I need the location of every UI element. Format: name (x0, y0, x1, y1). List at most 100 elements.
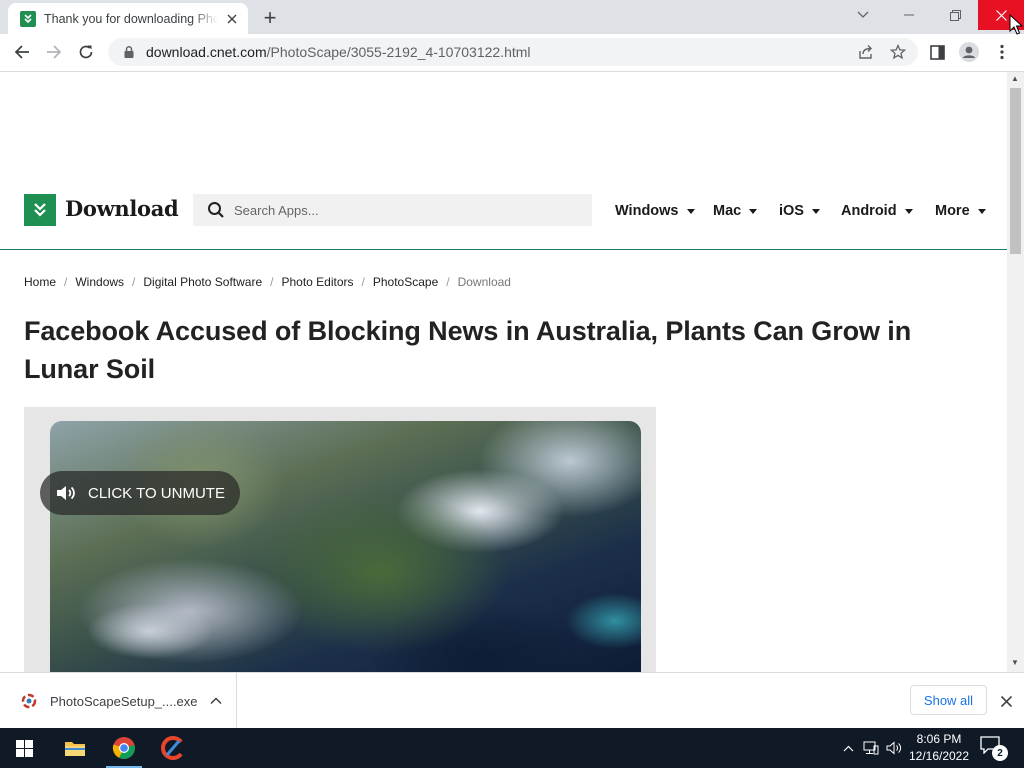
breadcrumb-digital-photo-software[interactable]: Digital Photo Software (143, 275, 262, 289)
ccleaner-taskbar-button[interactable] (149, 728, 197, 768)
bookmark-star-button[interactable] (883, 37, 913, 67)
volume-icon[interactable] (884, 738, 904, 758)
search-box[interactable] (193, 194, 592, 226)
windows-logo-icon (15, 739, 33, 757)
share-icon (859, 45, 872, 59)
breadcrumb-separator: / (132, 275, 136, 289)
browser-tab[interactable]: Thank you for downloading PhotoScape (8, 3, 248, 34)
profile-avatar-icon (959, 42, 979, 62)
chevron-down-icon (857, 11, 869, 18)
breadcrumb-current: Download (457, 275, 511, 289)
chrome-icon (112, 737, 135, 759)
breadcrumb-separator: / (361, 275, 365, 289)
lock-icon[interactable] (122, 45, 136, 59)
nav-mac[interactable]: Mac (713, 203, 758, 219)
nav-android[interactable]: Android (841, 203, 913, 219)
reload-button[interactable] (71, 37, 101, 67)
url-host: download.cnet.com (146, 44, 267, 60)
star-icon (890, 44, 906, 60)
chrome-taskbar-button[interactable] (100, 728, 148, 768)
page-viewport: Download Windows Mac iOS Android More Ho… (0, 72, 1007, 672)
side-panel-icon (929, 44, 945, 60)
restore-button[interactable] (932, 0, 978, 30)
show-all-button[interactable]: Show all (910, 685, 987, 715)
network-icon[interactable] (861, 738, 881, 758)
browser-toolbar: download.cnet.com/PhotoScape/3055-2192_4… (0, 34, 1024, 72)
breadcrumb-separator: / (270, 275, 274, 289)
breadcrumb: Home / Windows / Digital Photo Software … (24, 275, 511, 289)
back-button[interactable] (7, 37, 37, 67)
search-icon (208, 202, 224, 218)
article-headline[interactable]: Facebook Accused of Blocking News in Aus… (24, 312, 964, 388)
caret-down-icon (904, 208, 913, 214)
tab-close-icon[interactable] (224, 11, 240, 27)
minimize-button[interactable] (886, 0, 932, 30)
nav-label: iOS (779, 203, 804, 219)
arrow-right-icon (47, 45, 62, 59)
taskbar-clock[interactable]: 8:06 PM 12/16/2022 (906, 731, 972, 765)
breadcrumb-windows[interactable]: Windows (75, 275, 124, 289)
share-button[interactable] (851, 37, 881, 67)
download-item[interactable]: PhotoScapeSetup_....exe (12, 673, 237, 729)
side-panel-button[interactable] (922, 37, 952, 67)
nav-label: Windows (615, 203, 679, 219)
caret-down-icon (686, 208, 695, 214)
photoscape-file-icon (21, 693, 37, 709)
caret-down-icon (977, 208, 986, 214)
kebab-menu-icon (1000, 44, 1004, 60)
ccleaner-icon (161, 736, 183, 760)
tray-chevron-up-icon[interactable] (838, 738, 858, 758)
url-path: /PhotoScape/3055-2192_4-10703122.html (266, 44, 531, 60)
video-player[interactable] (24, 407, 656, 672)
notification-count-badge: 2 (992, 745, 1008, 761)
download-favicon-icon (20, 10, 36, 27)
speaker-icon (57, 486, 75, 500)
nav-windows[interactable]: Windows (615, 203, 695, 219)
nav-label: Android (841, 203, 897, 219)
download-logo-icon[interactable] (24, 194, 56, 226)
windows-taskbar: 8:06 PM 12/16/2022 2 (0, 728, 1024, 768)
breadcrumb-photoscape[interactable]: PhotoScape (373, 275, 438, 289)
caret-down-icon (811, 208, 820, 214)
url-text: download.cnet.com/PhotoScape/3055-2192_4… (146, 44, 531, 60)
nav-ios[interactable]: iOS (779, 203, 820, 219)
breadcrumb-home[interactable]: Home (24, 275, 56, 289)
site-logo-text[interactable]: Download (65, 196, 179, 221)
unmute-button[interactable]: CLICK TO UNMUTE (40, 471, 240, 515)
clock-time: 8:06 PM (916, 732, 962, 746)
breadcrumb-photo-editors[interactable]: Photo Editors (281, 275, 353, 289)
new-tab-button[interactable]: + (258, 6, 282, 30)
video-frame-earth[interactable] (50, 421, 641, 672)
nav-label: More (935, 203, 970, 219)
scroll-up-arrow-icon[interactable]: ▲ (1011, 74, 1019, 83)
tab-title: Thank you for downloading PhotoScape (44, 11, 218, 26)
clock-date: 12/16/2022 (908, 749, 970, 763)
chevron-up-icon[interactable] (210, 695, 222, 707)
nav-label: Mac (713, 203, 742, 219)
search-input[interactable] (234, 202, 534, 218)
page-scrollbar[interactable]: ▲ ▼ (1007, 72, 1024, 672)
scroll-down-arrow-icon[interactable]: ▼ (1011, 658, 1019, 667)
tab-search-button[interactable] (840, 0, 886, 30)
mouse-cursor-icon (1009, 14, 1023, 35)
breadcrumb-separator: / (64, 275, 68, 289)
close-icon (995, 9, 1007, 21)
browser-menu-button[interactable] (987, 37, 1017, 67)
download-shelf: PhotoScapeSetup_....exe Show all (0, 672, 1024, 729)
file-explorer-button[interactable] (51, 728, 99, 768)
address-bar[interactable]: download.cnet.com/PhotoScape/3055-2192_4… (108, 38, 918, 66)
reload-icon (79, 45, 93, 59)
forward-button[interactable] (39, 37, 69, 67)
restore-icon (949, 9, 961, 21)
download-file-name: PhotoScapeSetup_....exe (50, 693, 198, 709)
breadcrumb-separator: / (446, 275, 450, 289)
profile-button[interactable] (954, 37, 984, 67)
action-center-button[interactable]: 2 (980, 736, 1010, 761)
close-icon (1000, 695, 1012, 707)
scrollbar-thumb[interactable] (1010, 88, 1021, 254)
unmute-label: CLICK TO UNMUTE (88, 484, 225, 502)
start-button[interactable] (0, 728, 48, 768)
close-shelf-button[interactable] (996, 691, 1016, 711)
nav-more[interactable]: More (935, 203, 986, 219)
site-header: Download Windows Mac iOS Android More (0, 176, 1007, 250)
